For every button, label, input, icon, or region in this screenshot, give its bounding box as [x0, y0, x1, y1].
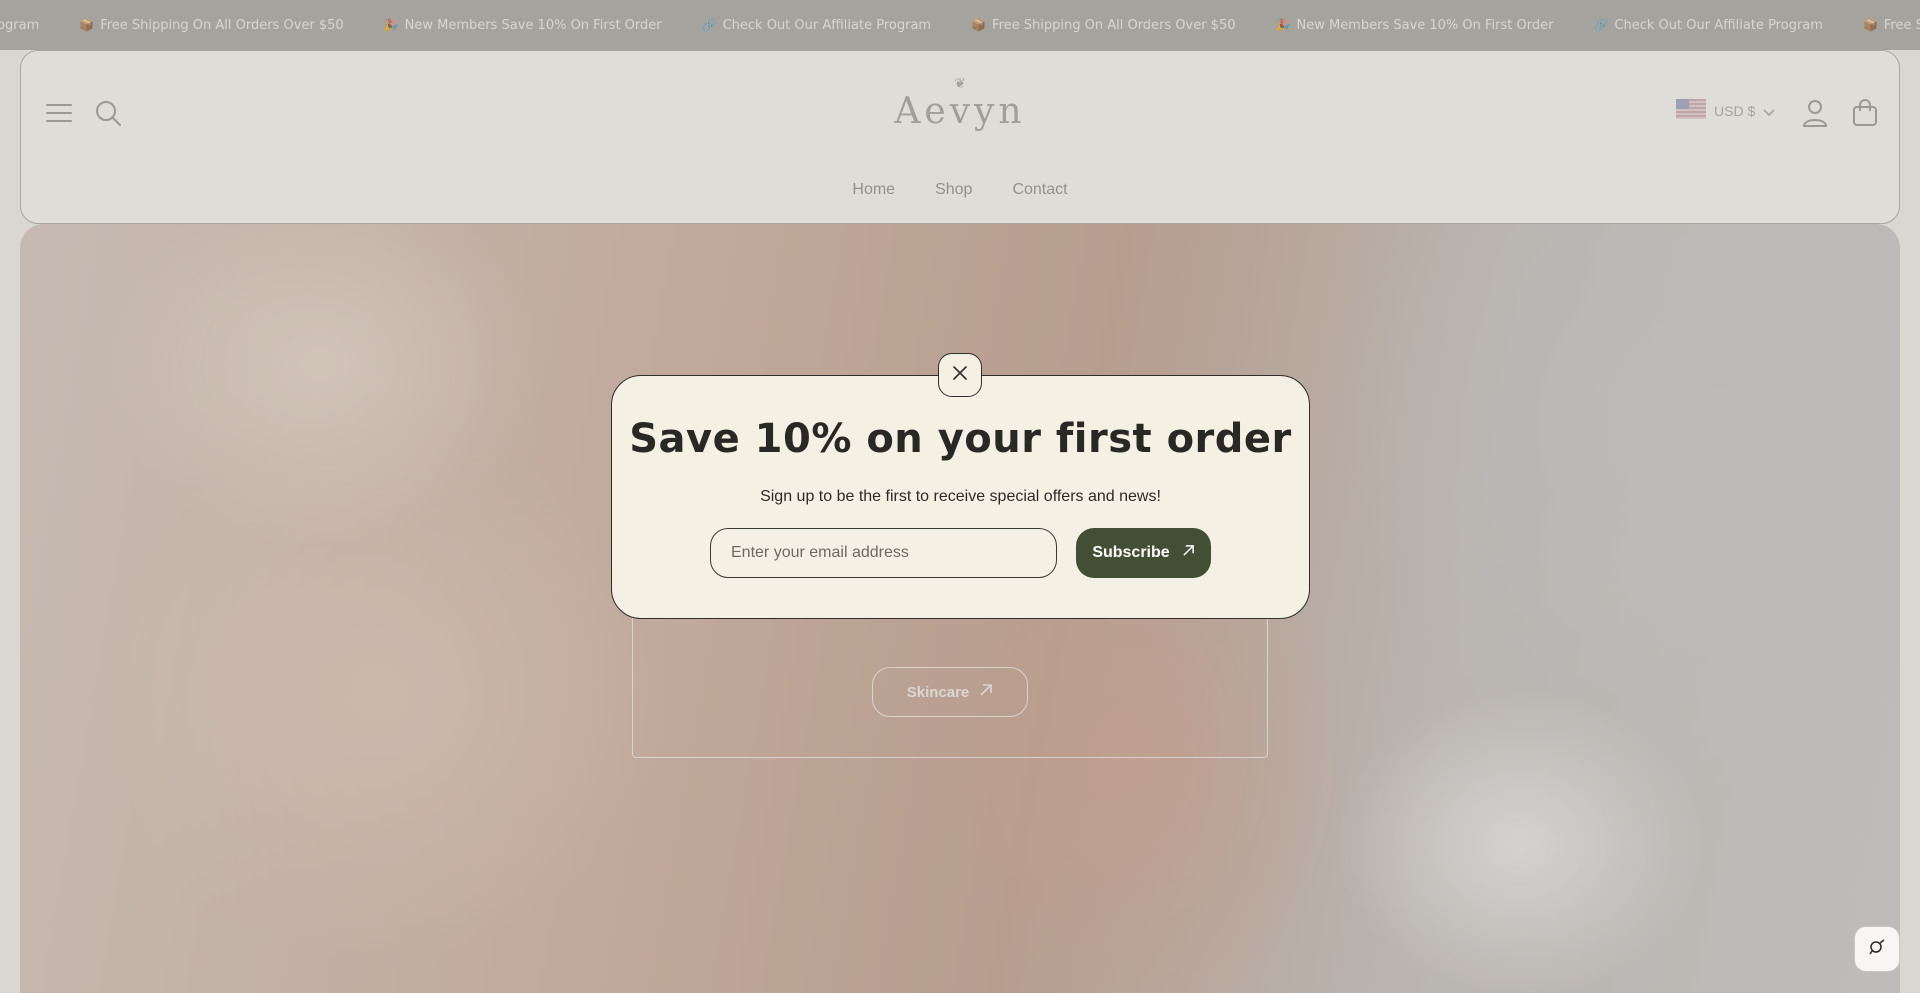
chat-widget-icon: [1868, 938, 1886, 960]
close-popup-button[interactable]: [938, 353, 982, 397]
close-icon: [952, 365, 968, 385]
subscribe-button-label: Subscribe: [1092, 544, 1170, 561]
subscribe-button[interactable]: Subscribe: [1076, 528, 1211, 578]
arrow-up-right-icon: [1182, 544, 1195, 562]
chat-widget-button[interactable]: [1854, 926, 1900, 972]
email-field[interactable]: [710, 528, 1057, 578]
newsletter-popup: Save 10% on your first order Sign up to …: [611, 375, 1310, 619]
popup-subtitle: Sign up to be the first to receive speci…: [760, 488, 1161, 505]
popup-title: Save 10% on your first order: [629, 416, 1292, 462]
